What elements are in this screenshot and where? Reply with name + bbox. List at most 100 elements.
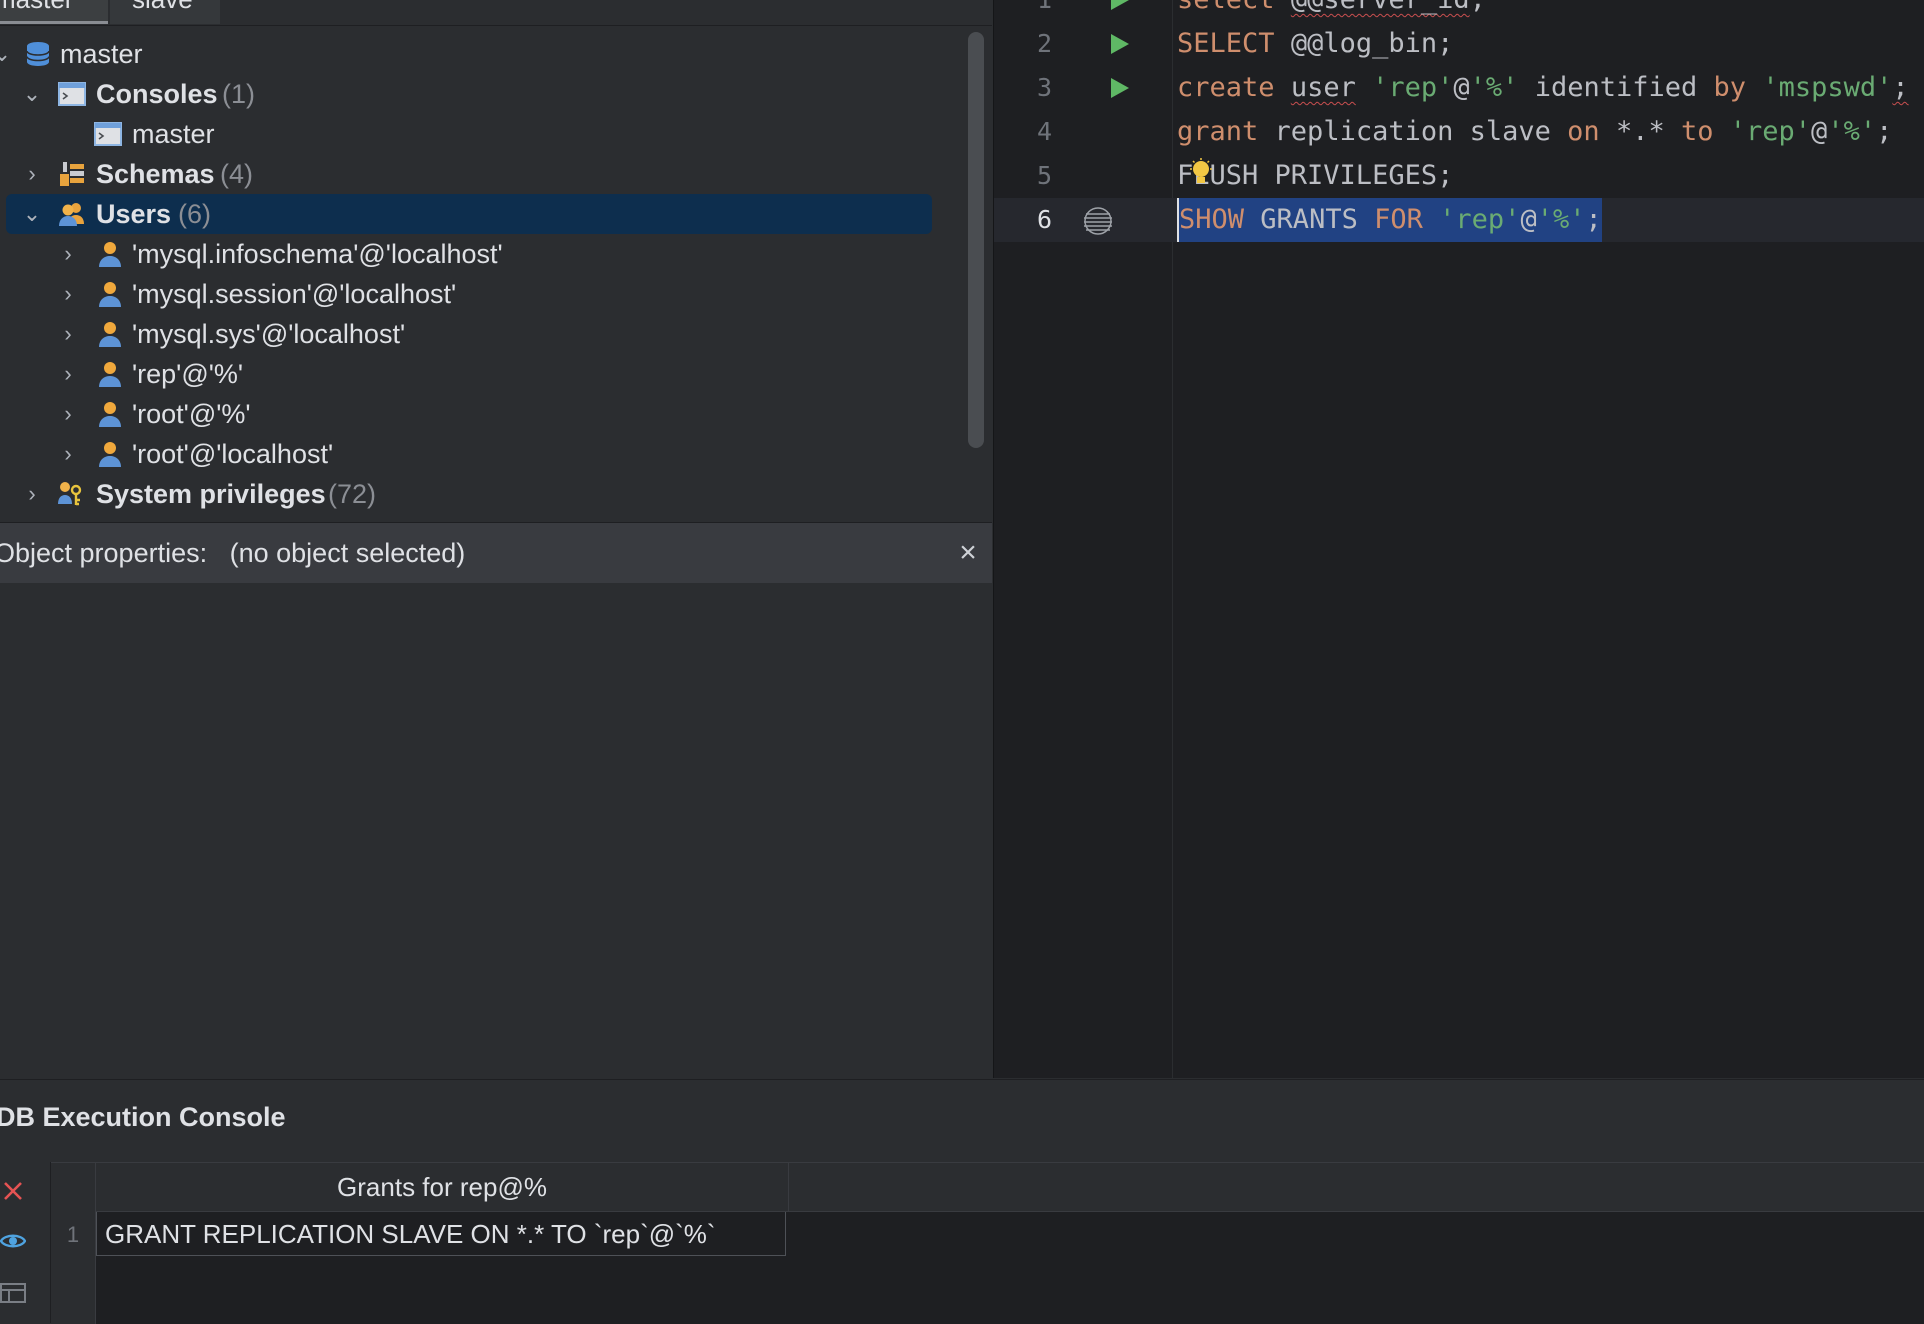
code-token: to bbox=[1680, 116, 1714, 147]
code-token: ; bbox=[1876, 116, 1893, 147]
sql-editor[interactable]: 1 select @@server_id; 2 SELECT @@log_bin… bbox=[993, 0, 1924, 1078]
chevron-right-icon[interactable]: › bbox=[56, 394, 80, 434]
tree-node-label: 'mysql.infoschema'@'localhost' bbox=[132, 239, 503, 269]
tree-node-count: (4) bbox=[220, 159, 253, 189]
chevron-right-icon[interactable]: › bbox=[20, 474, 44, 514]
column-header[interactable]: Grants for rep@% bbox=[96, 1163, 789, 1212]
tree-node-user[interactable]: › 'root'@'%' bbox=[0, 394, 960, 434]
tree-node-label: 'rep'@'%' bbox=[132, 359, 244, 389]
chevron-right-icon[interactable]: › bbox=[56, 354, 80, 394]
tree-node-schemas[interactable]: › Schemas (4) bbox=[0, 154, 960, 194]
lightbulb-icon[interactable] bbox=[1190, 158, 1212, 188]
chevron-right-icon[interactable]: › bbox=[56, 434, 80, 474]
tree-node-consoles[interactable]: ⌄ Consoles (1) bbox=[0, 74, 960, 114]
run-line-icon[interactable] bbox=[1109, 76, 1131, 100]
user-icon bbox=[99, 442, 121, 467]
tree-node-label: master bbox=[132, 119, 215, 149]
close-icon[interactable]: × bbox=[952, 537, 984, 569]
tree-node-user[interactable]: › 'rep'@'%' bbox=[0, 354, 960, 394]
run-line-icon[interactable] bbox=[1109, 32, 1131, 56]
code-token: 'rep' bbox=[1439, 204, 1521, 235]
chevron-down-icon[interactable]: ⌄ bbox=[20, 194, 44, 234]
code-token: @ bbox=[1453, 72, 1470, 103]
code-text: grant replication slave on *.* to 'rep'@… bbox=[1177, 110, 1892, 154]
chevron-right-icon[interactable]: › bbox=[56, 314, 80, 354]
code-token: create bbox=[1177, 72, 1275, 103]
tree-node-label: Consoles bbox=[96, 79, 218, 109]
tree-node-master[interactable]: ⌄ master bbox=[0, 34, 960, 74]
code-token: SELECT bbox=[1177, 28, 1275, 59]
row-number-column: 1 bbox=[51, 1163, 96, 1324]
chevron-right-icon[interactable]: › bbox=[56, 274, 80, 314]
stop-icon[interactable] bbox=[0, 1178, 26, 1204]
code-token: select bbox=[1177, 0, 1275, 15]
chevron-right-icon[interactable]: › bbox=[56, 234, 80, 274]
result-grid[interactable]: 1 Grants for rep@% GRANT REPLICATION SLA… bbox=[51, 1162, 1924, 1324]
console-title: DB Execution Console bbox=[0, 1102, 286, 1132]
tab-slave[interactable]: slave bbox=[110, 0, 220, 24]
code-token: FOR bbox=[1374, 204, 1423, 235]
tree-node-label: System privileges bbox=[96, 479, 326, 509]
code-token: @@log_bin; bbox=[1290, 28, 1454, 59]
line-number: 1 bbox=[994, 0, 1052, 22]
editor-line[interactable]: 5 FLUSH PRIVILEGES; bbox=[994, 154, 1924, 198]
user-icon bbox=[99, 362, 121, 387]
user-icon bbox=[99, 242, 121, 267]
tree-node-label: 'root'@'localhost' bbox=[132, 439, 334, 469]
code-token: on bbox=[1567, 116, 1600, 147]
object-properties-value: (no object selected) bbox=[229, 538, 466, 568]
code-token: SHOW bbox=[1179, 204, 1245, 235]
tree-node-user[interactable]: › 'mysql.session'@'localhost' bbox=[0, 274, 960, 314]
code-text: FLUSH PRIVILEGES; bbox=[1177, 154, 1453, 198]
chevron-right-icon[interactable]: › bbox=[20, 154, 44, 194]
database-icon bbox=[26, 42, 50, 66]
tree-node-label: master bbox=[60, 39, 143, 69]
tree-node-label: 'mysql.session'@'localhost' bbox=[132, 279, 457, 309]
code-text: select @@server_id; bbox=[1177, 0, 1486, 22]
connection-tab-strip: master slave bbox=[0, 0, 992, 26]
code-token: '%' bbox=[1469, 72, 1519, 103]
code-token: GRANTS bbox=[1260, 204, 1358, 235]
tree-node-user[interactable]: › 'mysql.infoschema'@'localhost' bbox=[0, 234, 960, 274]
tree-node-system-privileges[interactable]: › System privileges (72) bbox=[0, 474, 960, 514]
tree-node-users[interactable]: ⌄ Users (6) bbox=[6, 194, 932, 234]
chevron-down-icon[interactable]: ⌄ bbox=[0, 34, 14, 74]
code-text: create user 'rep'@'%' identified by 'msp… bbox=[1177, 66, 1909, 110]
statement-marker-icon[interactable] bbox=[1082, 206, 1114, 236]
tree-node-user[interactable]: › 'root'@'localhost' bbox=[0, 434, 960, 474]
editor-line-current[interactable]: 6 SHOW GRANTS FOR 'rep'@'%'; bbox=[994, 198, 1924, 242]
tab-master[interactable]: master bbox=[0, 0, 108, 24]
code-text: SELECT @@log_bin; bbox=[1177, 22, 1453, 66]
editor-line[interactable]: 4 grant replication slave on *.* to 'rep… bbox=[994, 110, 1924, 154]
table-view-icon[interactable] bbox=[0, 1280, 26, 1306]
tree-node-label: 'root'@'%' bbox=[132, 399, 251, 429]
table-cell[interactable]: GRANT REPLICATION SLAVE ON *.* TO `rep`@… bbox=[96, 1212, 786, 1256]
execution-console: DB Execution Console 1 Grants for rep@% … bbox=[0, 1079, 1924, 1324]
editor-line[interactable]: 2 SELECT @@log_bin; bbox=[994, 22, 1924, 66]
object-properties-body bbox=[0, 583, 992, 1078]
code-token: replication slave bbox=[1274, 116, 1551, 147]
chevron-down-icon[interactable]: ⌄ bbox=[20, 74, 44, 114]
eye-icon[interactable] bbox=[0, 1228, 26, 1254]
line-number: 2 bbox=[1036, 29, 1052, 58]
run-line-icon[interactable] bbox=[1109, 0, 1131, 12]
line-number: 5 bbox=[1036, 161, 1052, 190]
tree-node-label: 'mysql.sys'@'localhost' bbox=[132, 319, 406, 349]
editor-line[interactable]: 3 create user 'rep'@'%' identified by 'm… bbox=[994, 66, 1924, 110]
users-group-icon bbox=[59, 203, 84, 226]
column-header-label: Grants for rep@% bbox=[337, 1172, 547, 1202]
tree-node-user[interactable]: › 'mysql.sys'@'localhost' bbox=[0, 314, 960, 354]
tree-node-console-master[interactable]: master bbox=[0, 114, 960, 154]
column-header-filler bbox=[789, 1163, 1924, 1212]
code-token: ; bbox=[1585, 204, 1602, 235]
user-icon bbox=[99, 322, 121, 347]
code-token: 'mspswd' bbox=[1762, 72, 1893, 103]
code-token: *.* bbox=[1615, 116, 1665, 147]
tree-scrollbar[interactable] bbox=[968, 32, 984, 448]
code-text-selected: SHOW GRANTS FOR 'rep'@'%'; bbox=[1177, 198, 1602, 242]
object-properties-title: Object properties: bbox=[0, 538, 208, 568]
code-token: @ bbox=[1811, 116, 1828, 147]
database-tree: ⌄ master ⌄ Consoles (1) master › Schemas… bbox=[0, 26, 992, 522]
code-token: @@server_id bbox=[1291, 0, 1470, 15]
editor-line[interactable]: 1 select @@server_id; bbox=[994, 0, 1924, 22]
